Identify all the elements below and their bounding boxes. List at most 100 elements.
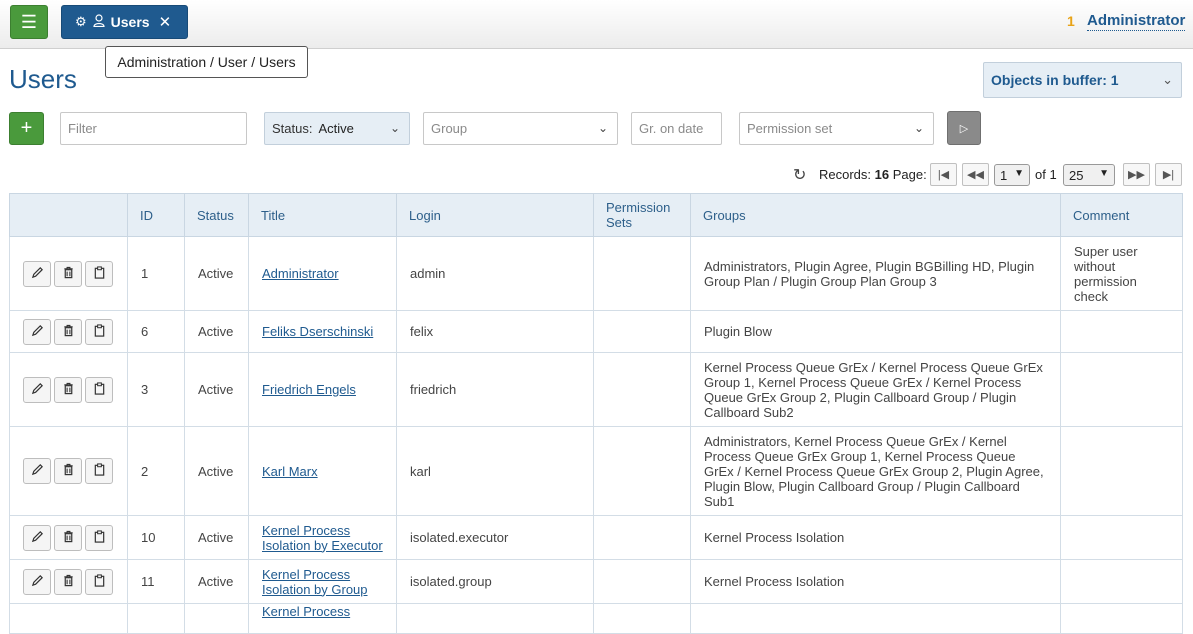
row-actions [23, 568, 114, 595]
cell-permission-sets [593, 603, 691, 634]
group-placeholder: Group [431, 121, 468, 136]
copy-button[interactable] [85, 318, 113, 345]
pencil-icon [31, 266, 44, 282]
user-title-link[interactable]: Karl Marx [262, 464, 318, 479]
cell-groups: Kernel Process Isolation [690, 515, 1061, 560]
trash-icon [62, 574, 75, 590]
page-size-select[interactable]: 25 ▼ [1063, 164, 1115, 186]
edit-button[interactable] [23, 376, 51, 403]
cell-comment [1060, 603, 1183, 634]
chevron-down-icon: ▼ [1099, 168, 1109, 179]
add-user-button[interactable]: + [9, 112, 44, 145]
trash-icon [62, 266, 75, 282]
table-header-row: ID Status Title Login Permission Sets Gr… [9, 193, 1183, 237]
current-page: 1 [1000, 167, 1008, 183]
gear-icon: ⚙ [75, 14, 87, 29]
group-on-date-input[interactable]: Gr. on date [631, 112, 722, 145]
clipboard-icon [93, 381, 106, 398]
delete-button[interactable] [54, 376, 82, 403]
tab-users[interactable]: ⚙ Users ✕ [61, 5, 188, 39]
cell-login: isolated.executor [396, 515, 594, 560]
pencil-icon [31, 530, 44, 546]
cell-permission-sets [593, 515, 691, 560]
trash-icon [62, 530, 75, 546]
page-select[interactable]: 1 ▼ [994, 164, 1030, 186]
cell-actions [9, 310, 128, 353]
page-title: Users [9, 64, 77, 94]
user-title-link[interactable]: Administrator [262, 266, 339, 281]
column-header-groups[interactable]: Groups [690, 193, 1061, 237]
next-page-button[interactable]: ▶▶ [1123, 163, 1150, 186]
permission-set-select[interactable]: Permission set ⌄ [739, 112, 934, 145]
status-select[interactable]: Status: Active ⌄ [264, 112, 410, 145]
delete-button[interactable] [54, 568, 82, 595]
close-icon[interactable]: ✕ [159, 13, 172, 31]
cell-status: Active [184, 236, 249, 311]
column-header-login[interactable]: Login [396, 193, 594, 237]
column-header-status[interactable]: Status [184, 193, 249, 237]
edit-button[interactable] [23, 524, 51, 551]
cell-groups [690, 603, 1061, 634]
cell-comment [1060, 559, 1183, 604]
row-actions [23, 260, 114, 287]
pencil-icon [31, 463, 44, 479]
filter-input[interactable]: Filter [60, 112, 247, 145]
copy-button[interactable] [85, 524, 113, 551]
delete-button[interactable] [54, 524, 82, 551]
column-header-permission-sets[interactable]: Permission Sets [593, 193, 691, 237]
edit-button[interactable] [23, 568, 51, 595]
objects-buffer-dropdown[interactable]: Objects in buffer: 1 ⌄ [983, 62, 1182, 98]
trash-icon [62, 324, 75, 340]
pencil-icon [31, 574, 44, 590]
cell-id: 1 [127, 236, 185, 311]
copy-button[interactable] [85, 568, 113, 595]
permission-set-placeholder: Permission set [747, 121, 833, 136]
buffer-label: Objects in buffer: 1 [991, 72, 1119, 88]
menu-button[interactable]: ☰ [10, 5, 48, 39]
last-page-button[interactable]: ▶| [1155, 163, 1182, 186]
cell-permission-sets [593, 352, 691, 427]
delete-button[interactable] [54, 318, 82, 345]
refresh-icon[interactable]: ↻ [793, 165, 806, 185]
trash-icon [62, 382, 75, 398]
column-header-title[interactable]: Title [248, 193, 397, 237]
page-size: 25 [1069, 167, 1084, 183]
user-count-badge[interactable]: 1 [1067, 13, 1075, 29]
chevron-down-icon: ⌄ [597, 121, 608, 135]
clipboard-icon [93, 463, 106, 479]
top-bar: ☰ ⚙ Users ✕ 1 Administrator [0, 0, 1193, 49]
chevron-down-icon: ⌄ [1162, 72, 1173, 87]
cell-groups: Administrators, Plugin Agree, Plugin BGB… [690, 236, 1061, 311]
user-title-link[interactable]: Kernel Process Isolation by Group [262, 567, 368, 597]
prev-page-button[interactable]: ◀◀ [962, 163, 989, 186]
copy-button[interactable] [85, 260, 113, 287]
table-row: 2 Active Karl Marx karl Administrators, … [9, 426, 1183, 516]
tab-label: Users [110, 14, 150, 30]
run-filter-button[interactable]: ▷ [947, 111, 981, 145]
user-title-link[interactable]: Kernel Process [262, 604, 350, 619]
delete-button[interactable] [54, 260, 82, 287]
play-icon: ▷ [959, 122, 969, 135]
row-actions [23, 524, 114, 551]
column-header-comment[interactable]: Comment [1060, 193, 1183, 237]
clipboard-icon [93, 529, 106, 546]
cell-status: Active [184, 310, 249, 353]
delete-button[interactable] [54, 458, 82, 484]
edit-button[interactable] [23, 260, 51, 287]
copy-button[interactable] [85, 458, 113, 484]
edit-button[interactable] [23, 318, 51, 345]
users-table: ID Status Title Login Permission Sets Gr… [9, 193, 1183, 634]
user-title-link[interactable]: Friedrich Engels [262, 382, 356, 397]
edit-button[interactable] [23, 458, 51, 484]
column-header-actions [9, 193, 128, 237]
page-label: Page: [892, 167, 927, 182]
group-select[interactable]: Group ⌄ [423, 112, 618, 145]
copy-button[interactable] [85, 376, 113, 403]
current-user-link[interactable]: Administrator [1087, 12, 1186, 31]
prev-page-icon: ◀◀ [967, 169, 984, 181]
user-title-link[interactable]: Feliks Dserschinski [262, 324, 373, 339]
column-header-id[interactable]: ID [127, 193, 185, 237]
cell-groups: Administrators, Kernel Process Queue GrE… [690, 426, 1061, 516]
first-page-button[interactable]: |◀ [930, 163, 957, 186]
user-title-link[interactable]: Kernel Process Isolation by Executor [262, 523, 383, 553]
